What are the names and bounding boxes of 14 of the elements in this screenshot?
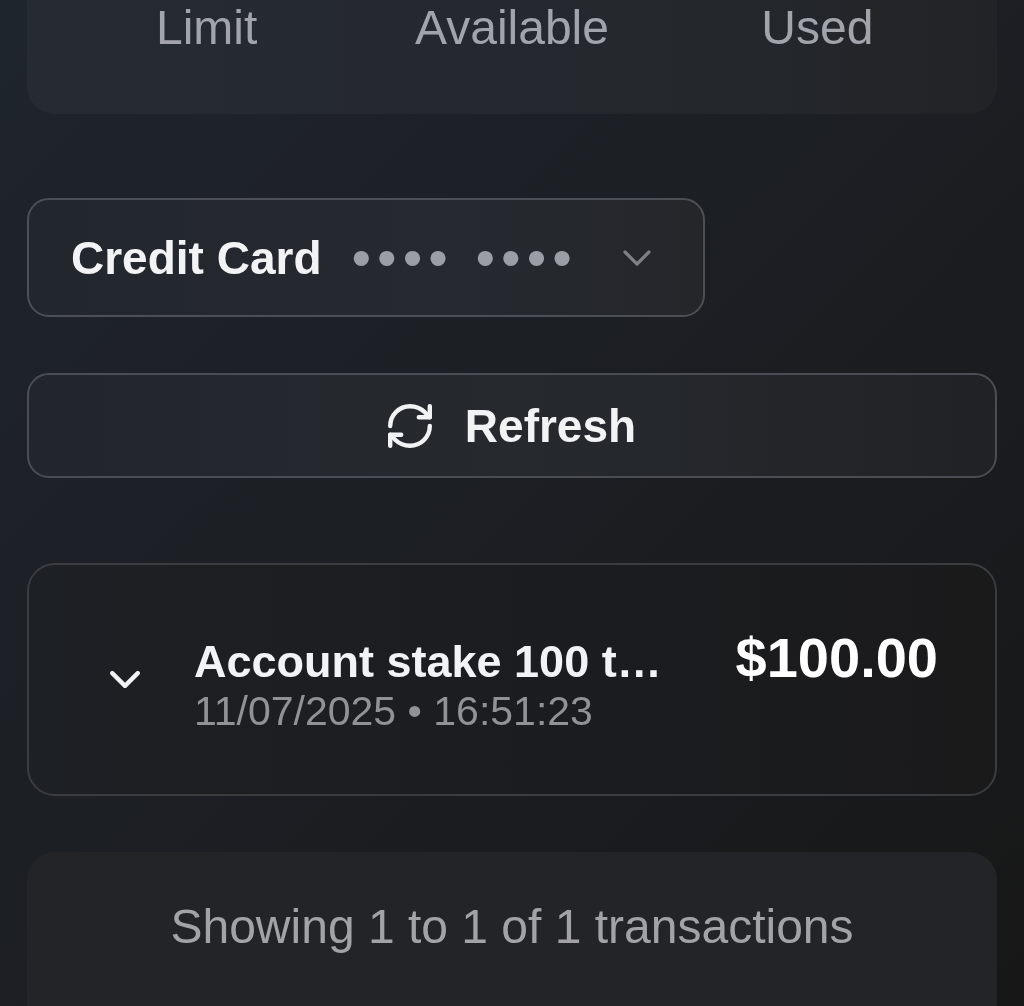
stat-label: Available — [415, 0, 609, 56]
transaction-card[interactable]: Account stake 100 t… $100.00 11/07/2025 • 16:51:23 — [27, 563, 997, 796]
card-select[interactable]: Credit Card •••• •••• — [27, 198, 705, 317]
chevron-down-icon — [621, 249, 652, 266]
masked-card-number: •••• •••• — [351, 229, 578, 286]
stat-label: Used — [761, 0, 874, 56]
refresh-button[interactable]: Refresh — [27, 373, 997, 478]
pagination-summary: Showing 1 to 1 of 1 transactions — [170, 899, 854, 954]
transaction-title: Account stake 100 t… — [194, 635, 662, 688]
transaction-amount: $100.00 — [735, 624, 938, 690]
refresh-icon — [387, 403, 432, 448]
chevron-down-icon[interactable] — [110, 671, 140, 688]
transaction-datetime: 11/07/2025 • 16:51:23 — [194, 687, 593, 735]
stat-label: Limit — [156, 0, 258, 56]
